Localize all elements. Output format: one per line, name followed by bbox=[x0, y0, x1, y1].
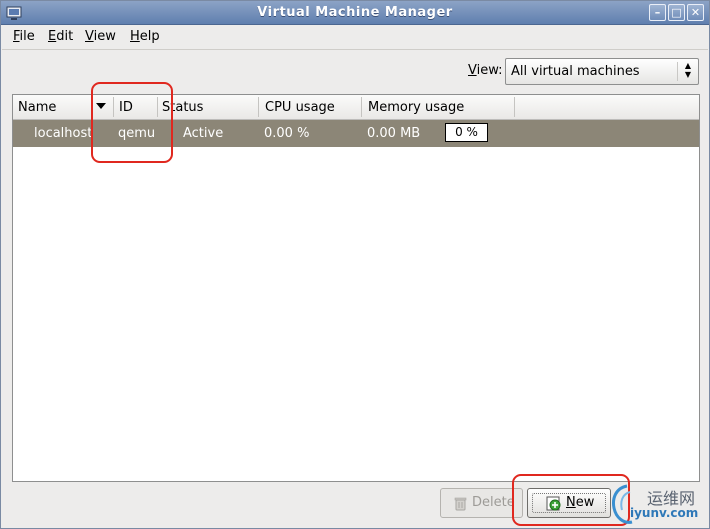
view-filter-mnemonic: V bbox=[468, 63, 477, 78]
new-vm-icon bbox=[546, 496, 561, 511]
menu-help-label: elp bbox=[139, 29, 160, 44]
new-button-label-text: ew bbox=[575, 495, 595, 510]
view-filter-combo[interactable]: All virtual machines ▲ ▼ bbox=[505, 58, 699, 85]
menu-help[interactable]: Help bbox=[130, 29, 160, 44]
delete-button[interactable]: Delete bbox=[440, 488, 523, 518]
close-icon: ✕ bbox=[690, 6, 701, 19]
window-title: Virtual Machine Manager bbox=[257, 5, 453, 20]
watermark: 运维网 iyunv.com bbox=[610, 480, 710, 529]
menu-file-label: ile bbox=[19, 29, 35, 44]
new-button-label: New bbox=[566, 495, 594, 510]
view-filter-label-text: iew: bbox=[476, 63, 503, 78]
menu-view-mnemonic: V bbox=[85, 29, 94, 44]
delete-button-label: Delete bbox=[472, 495, 515, 510]
title-bar[interactable]: Virtual Machine Manager – □ ✕ bbox=[1, 1, 709, 25]
vm-list[interactable]: Name ID Status CPU usage Memory usage lo… bbox=[12, 94, 700, 482]
view-filter-label: View: bbox=[468, 63, 503, 78]
new-button[interactable]: New bbox=[527, 488, 611, 518]
menu-bar: File Edit View Help bbox=[2, 25, 708, 50]
vm-name: localhost bbox=[34, 126, 93, 141]
combo-separator bbox=[677, 62, 678, 81]
minimize-icon: – bbox=[654, 6, 661, 19]
column-header-status[interactable]: Status bbox=[162, 100, 203, 115]
minimize-button[interactable]: – bbox=[649, 4, 666, 21]
vm-status: Active bbox=[183, 126, 224, 141]
new-button-mnemonic: N bbox=[566, 495, 576, 510]
menu-edit[interactable]: Edit bbox=[48, 29, 73, 44]
main-window: Virtual Machine Manager – □ ✕ File Edit … bbox=[0, 0, 710, 529]
maximize-icon: □ bbox=[671, 6, 682, 19]
list-header: Name ID Status CPU usage Memory usage bbox=[13, 95, 699, 120]
menu-view-label: iew bbox=[93, 29, 116, 44]
column-header-name[interactable]: Name bbox=[18, 100, 56, 115]
column-header-memory[interactable]: Memory usage bbox=[368, 100, 464, 115]
column-header-cpu[interactable]: CPU usage bbox=[265, 100, 335, 115]
column-header-id[interactable]: ID bbox=[119, 100, 133, 115]
close-button[interactable]: ✕ bbox=[687, 4, 704, 21]
sort-descending-icon[interactable] bbox=[96, 103, 106, 109]
column-separator[interactable] bbox=[113, 97, 114, 117]
view-filter-value: All virtual machines bbox=[511, 64, 640, 79]
menu-help-mnemonic: H bbox=[130, 29, 140, 44]
menu-edit-label: dit bbox=[56, 29, 74, 44]
table-row[interactable]: localhost qemu Active 0.00 % 0.00 MB 0 % bbox=[13, 120, 699, 147]
menu-edit-mnemonic: E bbox=[48, 29, 57, 44]
column-separator[interactable] bbox=[514, 97, 515, 117]
vm-cpu-usage: 0.00 % bbox=[264, 126, 310, 141]
memory-usage-bar: 0 % bbox=[445, 123, 488, 142]
maximize-button[interactable]: □ bbox=[668, 4, 685, 21]
column-separator[interactable] bbox=[258, 97, 259, 117]
menu-view[interactable]: View bbox=[85, 29, 116, 44]
vm-memory-usage: 0.00 MB bbox=[367, 126, 421, 141]
combo-arrows-icon: ▲ ▼ bbox=[684, 61, 692, 79]
vm-id: qemu bbox=[118, 126, 156, 141]
column-separator[interactable] bbox=[157, 97, 158, 117]
watermark-url: iyunv.com bbox=[630, 506, 699, 520]
column-separator[interactable] bbox=[361, 97, 362, 117]
trash-icon bbox=[454, 497, 467, 511]
menu-file[interactable]: File bbox=[13, 29, 35, 44]
